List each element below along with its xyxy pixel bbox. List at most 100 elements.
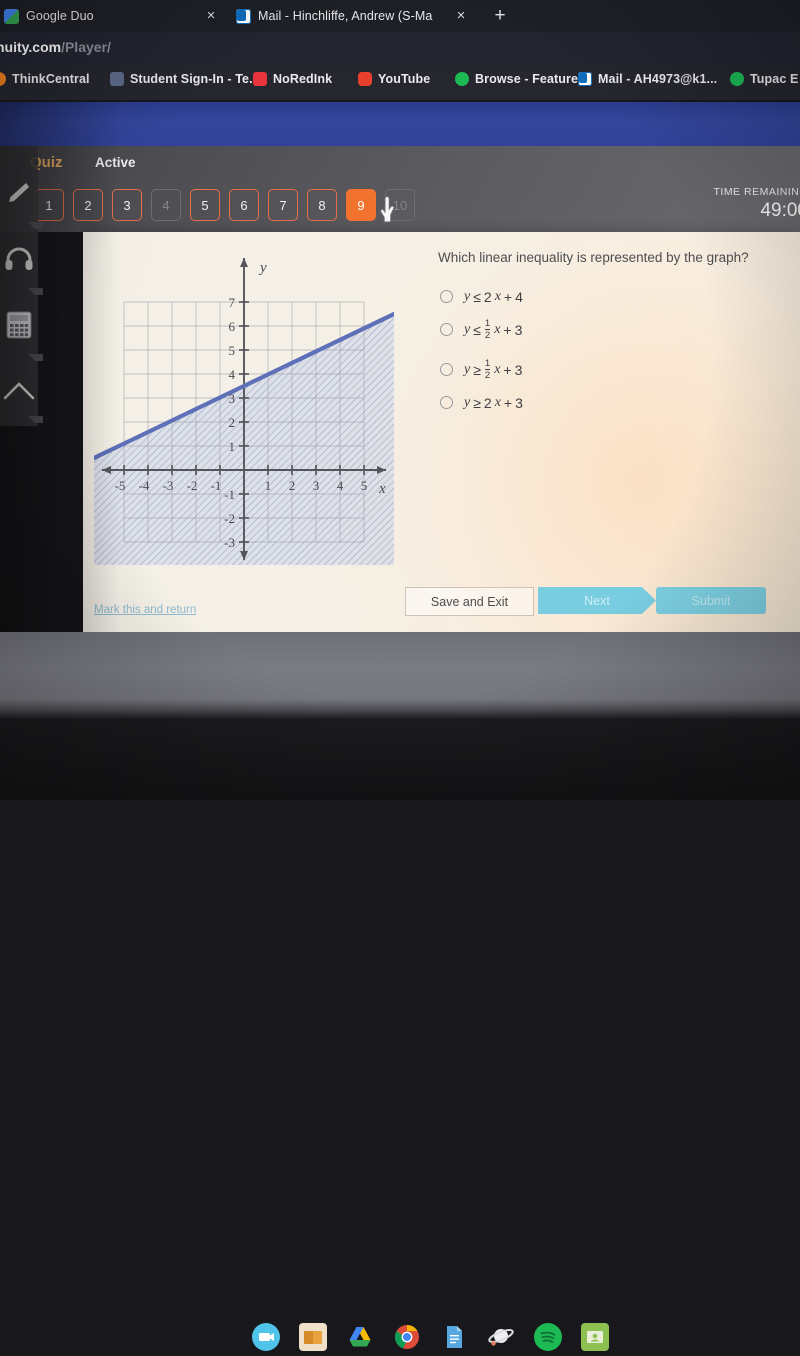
bookmark-thinkcentral[interactable]: ThinkCentral — [0, 72, 90, 86]
opt-c-rel: ≥ — [473, 361, 481, 378]
svg-text:-1: -1 — [211, 478, 222, 493]
inequality-graph: -5 -4 -3 -2 -1 1 2 3 4 5 7 6 5 4 3 2 1 -… — [91, 250, 397, 565]
tab-title: Google Duo — [26, 9, 94, 23]
opt-a-var: x — [494, 288, 501, 304]
shelf-slides-planet-icon[interactable] — [487, 1323, 515, 1351]
shelf-duo-video-icon[interactable] — [252, 1323, 280, 1351]
svg-text:1: 1 — [265, 478, 272, 493]
radio-button-d[interactable] — [440, 396, 453, 409]
question-number-8[interactable]: 8 — [307, 189, 337, 221]
spotify-icon — [455, 72, 469, 86]
url-host: nuity.com — [0, 39, 62, 55]
bookmark-label: Browse - Featured — [475, 72, 586, 86]
opt-d-rel: ≥ — [473, 394, 481, 411]
question-number-1[interactable]: 1 — [34, 189, 64, 221]
answer-option-a[interactable]: y ≤ 2 x + 4 — [440, 280, 770, 313]
svg-text:4: 4 — [337, 478, 344, 493]
tab-close-0[interactable]: × — [200, 4, 222, 26]
bookmark-student-signin[interactable]: Student Sign-In - Te... — [110, 72, 260, 86]
opt-d-intercept: 3 — [515, 394, 523, 411]
browser-tab-strip: Google Duo × Mail - Hinchliffe, Andrew (… — [0, 0, 800, 32]
chromebook-screen-photo: Google Duo × Mail - Hinchliffe, Andrew (… — [0, 0, 800, 1351]
collapse-rail-button[interactable] — [0, 362, 38, 420]
opt-c-intercept: 3 — [514, 361, 523, 378]
spotify-icon — [730, 72, 744, 86]
question-number-4: 4 — [151, 189, 181, 221]
opt-d-plus: + — [503, 394, 513, 411]
opt-c-frac-den: 2 — [484, 369, 491, 381]
bookmark-tupac[interactable]: Tupac E — [730, 72, 798, 86]
x-axis-label: x — [378, 481, 386, 497]
shelf-chrome-icon[interactable] — [393, 1323, 421, 1351]
shelf-spotify-icon[interactable] — [534, 1323, 562, 1351]
radio-button-c[interactable] — [440, 363, 453, 376]
answer-option-d[interactable]: y ≥ 2 x + 3 — [440, 386, 770, 419]
opt-c-frac-num: 1 — [484, 357, 491, 369]
bookmark-label: Mail - AH4973@k1... — [598, 72, 718, 86]
opt-a-plus: + — [503, 288, 513, 305]
outlook-icon — [578, 72, 592, 86]
chromeos-shelf — [0, 655, 800, 1351]
radio-button-b[interactable] — [440, 323, 453, 336]
next-button[interactable]: Next — [538, 587, 656, 614]
svg-text:5: 5 — [361, 478, 368, 493]
answer-option-b[interactable]: y ≤ 1 2 x + 3 — [440, 313, 770, 346]
svg-text:2: 2 — [289, 478, 296, 493]
thinkcentral-icon — [0, 72, 6, 86]
opt-b-var: x — [494, 321, 501, 337]
opt-c-fraction: 1 2 — [484, 357, 491, 381]
headphones-icon — [5, 247, 33, 270]
svg-text:3: 3 — [229, 391, 236, 406]
question-number-9[interactable]: 9 — [346, 189, 376, 221]
submit-button[interactable]: Submit — [656, 587, 766, 614]
question-number-5[interactable]: 5 — [190, 189, 220, 221]
question-number-7[interactable]: 7 — [268, 189, 298, 221]
svg-text:2: 2 — [229, 415, 236, 430]
answer-expression-c: y ≥ 1 2 x + 3 — [464, 357, 523, 381]
opt-b-fraction: 1 2 — [484, 318, 491, 341]
opt-a-rel: ≤ — [473, 288, 481, 305]
svg-text:-3: -3 — [224, 535, 235, 550]
svg-text:5: 5 — [229, 343, 236, 358]
opt-a-intercept: 4 — [515, 288, 523, 305]
opt-c-var: x — [494, 361, 501, 377]
opt-b-plus: + — [503, 321, 512, 338]
quiz-status: Active — [95, 155, 136, 170]
answer-option-c[interactable]: y ≥ 1 2 x + 3 — [440, 353, 770, 386]
mark-this-and-return-link[interactable]: Mark this and return — [94, 604, 196, 616]
calculator-icon — [6, 311, 32, 339]
shelf-google-drive-icon[interactable] — [346, 1323, 374, 1351]
browser-tab-0[interactable]: Google Duo — [4, 0, 94, 32]
bookmark-mail[interactable]: Mail - AH4973@k1... — [578, 72, 717, 86]
tool-rail — [0, 146, 43, 426]
opt-d-slope: 2 — [483, 394, 492, 411]
svg-text:-1: -1 — [224, 487, 235, 502]
radio-button-a[interactable] — [440, 290, 453, 303]
opt-d-lhs: y — [464, 394, 471, 410]
new-tab-button[interactable]: + — [488, 4, 512, 28]
audio-tool-button[interactable] — [0, 230, 38, 288]
opt-c-plus: + — [503, 361, 512, 378]
address-bar[interactable]: nuity.com/Player/ — [0, 39, 111, 55]
question-number-list: 1 2 3 4 5 6 7 8 9 10 — [34, 189, 415, 221]
calculator-tool-button[interactable] — [0, 296, 38, 354]
question-number-6[interactable]: 6 — [229, 189, 259, 221]
question-number-2[interactable]: 2 — [73, 189, 103, 221]
browser-tab-1[interactable]: Mail - Hinchliffe, Andrew (S-Ma — [236, 0, 432, 32]
noredink-icon — [253, 72, 267, 86]
bookmark-youtube[interactable]: YouTube — [358, 72, 430, 86]
bookmark-noredink[interactable]: NoRedInk — [253, 72, 332, 86]
shelf-outlook-mail-icon[interactable] — [299, 1323, 327, 1351]
bookmark-label: YouTube — [378, 72, 431, 86]
youtube-icon — [358, 72, 372, 86]
highlighter-tool-button[interactable] — [0, 164, 38, 222]
tab-close-1[interactable]: × — [450, 4, 472, 26]
shelf-google-docs-icon[interactable] — [440, 1323, 468, 1351]
bookmark-browse-featured[interactable]: Browse - Featured — [455, 72, 586, 86]
shelf-classroom-icon[interactable] — [581, 1323, 609, 1351]
opt-b-intercept: 3 — [514, 321, 523, 338]
svg-text:6: 6 — [229, 319, 236, 334]
question-number-3[interactable]: 3 — [112, 189, 142, 221]
save-and-exit-button[interactable]: Save and Exit — [405, 587, 534, 616]
opt-c-lhs: y — [464, 361, 471, 377]
